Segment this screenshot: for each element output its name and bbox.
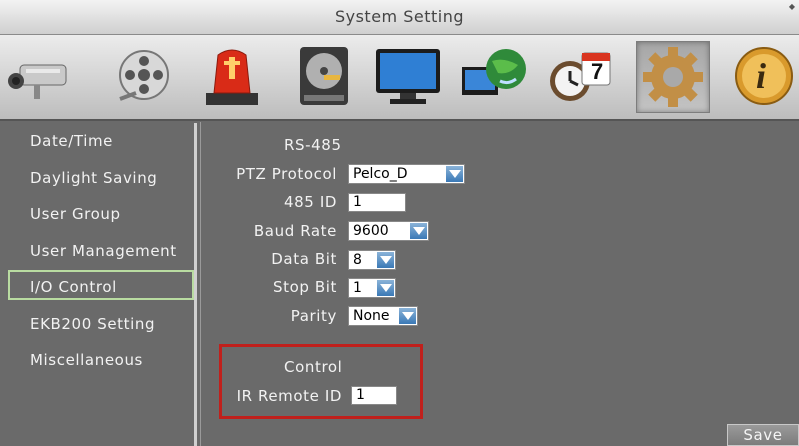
chevron-down-icon[interactable] [446,166,463,182]
data-bit-value: 8 [353,252,362,268]
485-id-field[interactable]: 1 [348,193,406,212]
stop-bit-label: Stop Bit [272,278,337,296]
baud-rate-value: 9600 [353,223,389,239]
ptz-protocol-value: Pelco_D [353,166,408,182]
baud-rate-dropdown[interactable]: 9600 [348,221,429,241]
chevron-down-icon[interactable] [377,252,394,268]
window-title: System Setting [334,7,465,26]
chevron-down-icon[interactable] [377,280,394,296]
sidebar-item-ekb200-setting[interactable]: EKB200 Setting [10,309,190,339]
parity-value: None [353,308,390,324]
schedule-clock-calendar-icon[interactable]: 7 [544,41,616,111]
network-globe-icon[interactable] [458,41,530,111]
sidebar-item-miscellaneous[interactable]: Miscellaneous [10,345,190,375]
stop-bit-value: 1 [353,280,362,296]
sidebar-item-io-control[interactable]: I/O Control [8,270,194,300]
sidebar-item-user-management[interactable]: User Management [10,236,190,266]
title-bar: System Setting ◆ [0,0,799,35]
ir-remote-id-field[interactable]: 1 [351,386,397,405]
system-gear-icon[interactable] [636,41,710,113]
hard-disk-icon[interactable] [288,41,360,111]
parity-label: Parity [290,307,337,325]
category-toolbar: 7 i [0,35,799,121]
485-id-label: 485 ID [284,193,337,211]
ptz-protocol-label: PTZ Protocol [236,165,337,183]
chevron-down-icon[interactable] [410,223,427,239]
corner-indicator: ◆ [788,2,795,11]
stop-bit-dropdown[interactable]: 1 [348,278,396,298]
camera-icon[interactable] [4,41,76,111]
save-button[interactable]: Save [727,424,799,446]
data-bit-dropdown[interactable]: 8 [348,250,396,270]
alarm-light-icon[interactable] [196,41,268,111]
chevron-down-icon[interactable] [399,308,416,324]
control-section-highlight [219,344,423,419]
ptz-protocol-dropdown[interactable]: Pelco_D [348,164,465,184]
info-icon[interactable]: i [724,41,796,111]
sidebar-item-daylight-saving[interactable]: Daylight Saving [10,163,190,193]
rs485-heading: RS-485 [284,136,342,154]
film-reel-icon[interactable] [106,41,178,111]
info-glyph: i [756,56,767,96]
settings-sidebar: Date/Time Daylight Saving User Group Use… [4,123,197,446]
data-bit-label: Data Bit [271,250,337,268]
baud-rate-label: Baud Rate [253,222,337,240]
control-heading: Control [284,358,343,376]
monitor-icon[interactable] [372,41,444,111]
sidebar-item-user-group[interactable]: User Group [10,199,190,229]
sidebar-item-date-time[interactable]: Date/Time [10,126,190,156]
calendar-day-label: 7 [591,59,604,84]
parity-dropdown[interactable]: None [348,306,418,326]
ir-remote-id-label: IR Remote ID [236,387,342,405]
